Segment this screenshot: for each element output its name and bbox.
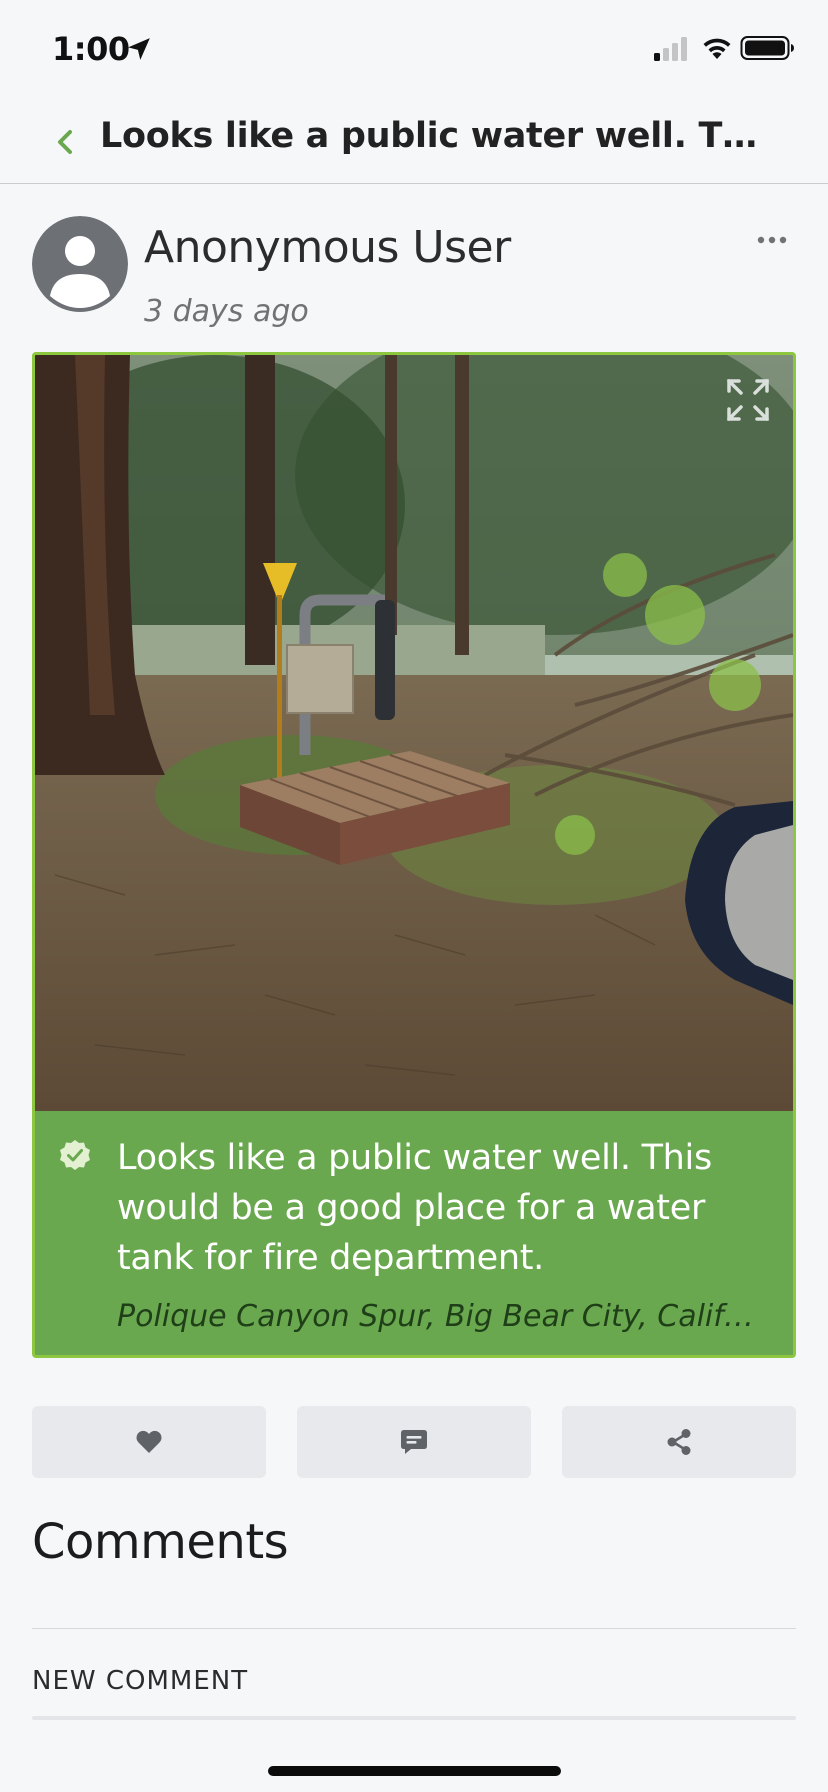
battery-icon xyxy=(740,36,794,60)
check-circle-icon xyxy=(60,1140,90,1170)
location-arrow-icon xyxy=(128,38,150,60)
divider xyxy=(32,1628,796,1629)
chevron-left-icon xyxy=(58,130,72,154)
page-title: Looks like a public water well. This wou… xyxy=(100,116,780,156)
heart-icon xyxy=(136,1430,162,1453)
wifi-icon xyxy=(703,38,731,59)
nav-bar: Looks like a public water well. This wou… xyxy=(0,98,828,184)
back-button[interactable] xyxy=(42,118,90,166)
status-bar: 1:00 xyxy=(0,0,828,98)
avatar[interactable] xyxy=(32,216,128,312)
status-time: 1:00 xyxy=(52,30,130,68)
comments-heading: Comments xyxy=(32,1514,289,1570)
new-comment-label: NEW COMMENT xyxy=(32,1666,249,1696)
caption-area: Looks like a public water well. This wou… xyxy=(35,1111,793,1355)
more-options-button[interactable] xyxy=(746,220,798,260)
author-name[interactable]: Anonymous User xyxy=(144,222,511,273)
post-photo[interactable] xyxy=(35,355,793,1111)
post-timestamp: 3 days ago xyxy=(144,294,309,329)
home-indicator[interactable] xyxy=(268,1766,561,1776)
more-dots-icon xyxy=(757,236,787,244)
comment-button[interactable] xyxy=(297,1406,531,1478)
expand-icon[interactable] xyxy=(725,377,771,423)
post-caption: Looks like a public water well. This wou… xyxy=(117,1138,712,1278)
post-location[interactable]: Polique Canyon Spur, Big Bear City, Cali… xyxy=(117,1299,767,1334)
user-avatar-icon xyxy=(32,216,128,312)
share-icon xyxy=(667,1429,691,1455)
cellular-signal-icon xyxy=(654,37,687,61)
post-card: Looks like a public water well. This wou… xyxy=(32,352,796,1358)
like-button[interactable] xyxy=(32,1406,266,1478)
share-button[interactable] xyxy=(562,1406,796,1478)
new-comment-field-border[interactable] xyxy=(32,1716,796,1720)
comment-icon xyxy=(401,1430,427,1454)
